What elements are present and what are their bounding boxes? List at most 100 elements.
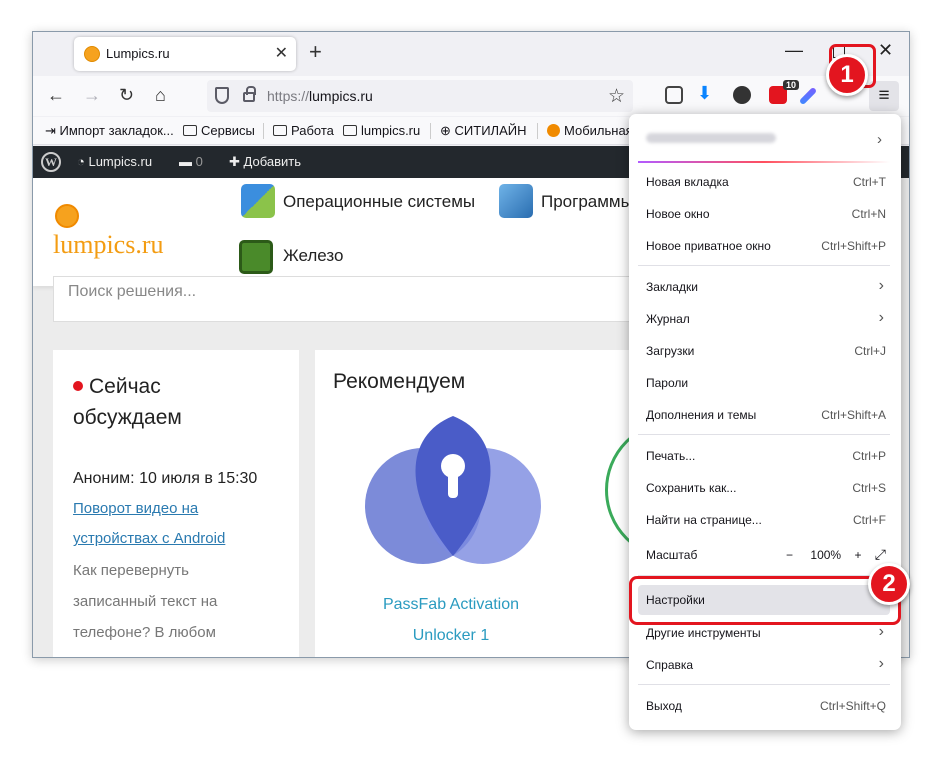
bookmark-separator	[537, 123, 538, 139]
discussion-title-2: обсуждаем	[73, 406, 182, 429]
wp-add-new-link[interactable]: ✚ Добавить	[229, 154, 301, 170]
search-placeholder: Поиск решения...	[68, 283, 197, 300]
menu-new-private-window[interactable]: Новое приватное окно Ctrl+Shift+P	[638, 231, 890, 261]
menu-print[interactable]: Печать... Ctrl+P	[638, 441, 890, 471]
address-bar[interactable]: https://lumpics.ru ☆	[207, 80, 633, 112]
comment-excerpt-2: записанный текст на	[73, 593, 218, 610]
tab-title: Lumpics.ru	[106, 46, 170, 61]
chevron-right-icon: ›	[878, 623, 884, 640]
back-icon[interactable]: ←	[47, 85, 65, 105]
discussion-card: Сейчас обсуждаем Аноним: 10 июля в 15:30…	[53, 350, 299, 657]
site-search-input[interactable]: Поиск решения...	[53, 276, 713, 322]
passfab-logo-icon[interactable]	[363, 406, 543, 566]
tab-lumpics[interactable]: Lumpics.ru ✕	[74, 37, 296, 71]
comment-excerpt-1: Как перевернуть	[73, 562, 189, 579]
site-logo-text[interactable]: lumpics.ru	[53, 230, 164, 260]
wp-site-link[interactable]: ◔ Lumpics.ru	[77, 154, 152, 169]
recommend-link-line2[interactable]: Unlocker 1	[351, 620, 551, 651]
folder-icon	[343, 125, 357, 136]
menu-separator	[638, 684, 890, 685]
live-dot-icon	[73, 381, 83, 391]
discussion-title: Сейчас	[73, 371, 161, 402]
bookmark-folder-services[interactable]: Сервисы	[183, 123, 255, 138]
comment-excerpt-4: …	[73, 648, 88, 657]
bookmark-folder-work[interactable]: Работа	[273, 123, 334, 138]
import-icon: ⇥	[45, 123, 60, 138]
category-programs[interactable]: Программы	[541, 192, 633, 212]
tab-close-icon[interactable]: ✕	[275, 43, 288, 63]
bookmark-folder-lumpics[interactable]: lumpics.ru	[343, 123, 420, 138]
bookmark-citilink[interactable]: ⊕ СИТИЛАЙН	[440, 123, 526, 139]
mobile-site-icon	[547, 124, 560, 137]
dashboard-icon: ◔	[77, 154, 89, 169]
folder-icon	[273, 125, 287, 136]
menu-zoom: Масштаб − 100% + ⤢	[646, 546, 886, 563]
step-marker-2: 2	[868, 563, 910, 605]
pocket-icon[interactable]	[665, 86, 683, 104]
menu-new-window[interactable]: Новое окно Ctrl+N	[638, 199, 890, 229]
app-menu-panel: › Новая вкладка Ctrl+T Новое окно Ctrl+N Н…	[629, 114, 901, 730]
menu-find-in-page[interactable]: Найти на странице... Ctrl+F	[638, 505, 890, 535]
chevron-right-icon: ›	[878, 655, 884, 672]
url-host: lumpics.ru	[309, 88, 373, 104]
downloads-icon[interactable]: ⬇	[697, 83, 715, 103]
menu-help[interactable]: Справка ›	[638, 650, 890, 680]
recommend-title: Рекомендуем	[333, 370, 466, 393]
zoom-controls: − 100% + ⤢	[776, 546, 886, 563]
programs-category-icon[interactable]	[499, 184, 533, 218]
os-category-icon[interactable]	[241, 184, 275, 218]
wp-comments-link[interactable]: ▬ 0	[179, 154, 203, 169]
menu-bookmarks[interactable]: Закладки ›	[638, 272, 890, 302]
forward-icon[interactable]: →	[83, 85, 101, 105]
menu-new-tab[interactable]: Новая вкладка Ctrl+T	[638, 167, 890, 197]
vpn-extension-icon[interactable]	[733, 86, 751, 104]
lock-icon[interactable]	[243, 86, 256, 102]
step-marker-1: 1	[826, 54, 868, 96]
bookmark-import[interactable]: ⇥ Импорт закладок...	[45, 123, 174, 139]
category-os[interactable]: Операционные системы	[283, 192, 475, 212]
menu-addons-themes[interactable]: Дополнения и темы Ctrl+Shift+A	[638, 400, 890, 430]
fullscreen-icon[interactable]: ⤢	[875, 546, 886, 563]
extension-badge: 10	[783, 80, 800, 90]
bookmark-star-icon[interactable]: ☆	[608, 85, 625, 108]
comment-icon: ▬	[179, 154, 196, 169]
menu-downloads[interactable]: Загрузки Ctrl+J	[638, 336, 890, 366]
menu-separator	[638, 434, 890, 435]
menu-history[interactable]: Журнал ›	[638, 304, 890, 334]
minimize-button[interactable]: —	[785, 40, 803, 61]
url-text[interactable]: https://lumpics.ru	[267, 88, 373, 104]
bookmark-mobile[interactable]: Мобильная	[547, 123, 633, 138]
chevron-right-icon: ›	[877, 131, 882, 148]
category-hardware[interactable]: Железо	[283, 246, 343, 266]
account-row[interactable]: ›	[638, 123, 890, 159]
wordpress-logo-icon[interactable]: W	[41, 152, 61, 172]
new-tab-button[interactable]: +	[309, 41, 322, 63]
zoom-level[interactable]: 100%	[810, 548, 841, 562]
tab-strip: Lumpics.ru ✕ + — ✕	[33, 32, 909, 74]
comment-excerpt-3: телефоне? В любом	[73, 624, 216, 641]
menu-exit[interactable]: Выход Ctrl+Shift+Q	[638, 691, 890, 721]
article-link-line1[interactable]: Поворот видео на	[73, 494, 198, 524]
account-gradient-divider	[638, 161, 890, 163]
zoom-in-button[interactable]: +	[854, 548, 861, 562]
comment-meta: Аноним: 10 июля в 15:30	[73, 470, 258, 487]
navigation-toolbar: ← → ↻ ⌂ https://lumpics.ru ☆ ⬇ 10 ≡	[33, 76, 909, 116]
plus-icon: ✚	[229, 154, 244, 169]
bookmark-separator	[430, 123, 431, 139]
recommend-link-line1[interactable]: PassFab Activation	[351, 589, 551, 620]
tracking-protection-shield-icon[interactable]	[215, 87, 229, 104]
orange-logo-icon[interactable]	[55, 204, 79, 228]
lumpics-favicon-icon	[84, 46, 100, 62]
close-window-button[interactable]: ✕	[878, 40, 893, 61]
hardware-category-icon[interactable]	[239, 240, 273, 274]
reload-icon[interactable]: ↻	[119, 85, 134, 105]
menu-save-as[interactable]: Сохранить как... Ctrl+S	[638, 473, 890, 503]
article-link-line2[interactable]: устройствах с Android	[73, 524, 225, 554]
feather-extension-icon[interactable]	[798, 86, 818, 106]
menu-passwords[interactable]: Пароли	[638, 368, 890, 398]
bookmark-separator	[263, 123, 264, 139]
url-scheme: https://	[267, 88, 310, 104]
globe-icon: ⊕	[440, 123, 455, 138]
home-icon[interactable]: ⌂	[155, 85, 166, 105]
zoom-out-button[interactable]: −	[786, 548, 793, 562]
